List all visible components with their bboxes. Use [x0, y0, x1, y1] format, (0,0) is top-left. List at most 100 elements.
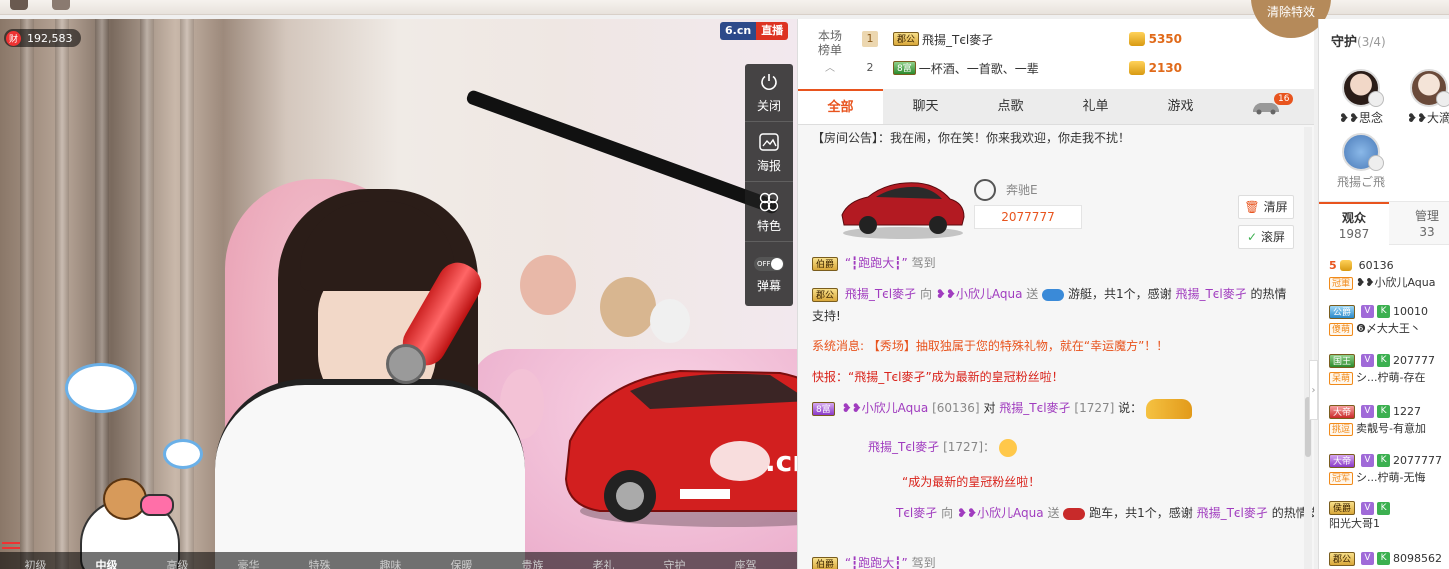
system-text[interactable]: 【秀场】抽取独属于您的特殊礼物，就在“幸运魔方”！！ [868, 339, 1168, 353]
rank-row[interactable]: 2 8富 一杯酒、一首歌、一辈 2130 [862, 56, 1302, 80]
news-message: 快报：“飛揚_Tєl麥孑”成为最新的皇冠粉丝啦！ [812, 370, 1064, 384]
chat-username[interactable]: ❥❥小欣儿Aqua [936, 287, 1023, 301]
gift-category-8[interactable]: 老礼 [568, 552, 639, 569]
guard-member[interactable]: ❥❥思念 [1331, 69, 1391, 126]
user-name[interactable]: ❥❥小欣儿Aqua [1356, 276, 1435, 289]
rank-number: 2 [866, 61, 874, 74]
rank-row[interactable]: 1 郡公 飛揚_Tєl麥孑 5350 [862, 27, 1302, 51]
gift-category-0[interactable]: 初级 [0, 552, 71, 569]
user-tag: 傻萌 [1329, 323, 1354, 336]
user-name[interactable]: シ...柠萌-存在 [1356, 371, 1425, 384]
gift-category-1[interactable]: 中级 [71, 552, 142, 569]
top-strip [0, 0, 1449, 15]
audience-user[interactable]: 侯爵 V K 阳光大哥1 [1329, 501, 1449, 532]
user-tag: 呆萌 [1329, 372, 1354, 385]
audience-user[interactable]: 5 60136 冠軍 ❥❥小欣儿Aqua [1329, 257, 1449, 291]
live-label: 直播 [756, 22, 789, 40]
gift-category-7[interactable]: 贵族 [497, 552, 568, 569]
user-row-top: 大帝 V K 1227 [1329, 403, 1449, 420]
guard-member[interactable]: 飛揚ご飛 [1331, 133, 1391, 190]
user-name[interactable]: 阳光大哥1 [1329, 517, 1380, 530]
user-row-top: 5 60136 [1329, 257, 1449, 274]
chat-username[interactable]: “┇跑跑大┇” [845, 556, 908, 569]
audience-user[interactable]: 大帝 V K 2077777 冠军 シ...柠萌-无悔 [1329, 452, 1449, 486]
rank-number: 1 [862, 31, 878, 47]
chat-message: Tєl麥孑 向 ❥❥小欣儿Aqua 送 跑车，共1个，感谢 飛揚_Tєl麥孑 的… [896, 502, 1314, 524]
gift-category-9[interactable]: 守护 [639, 552, 710, 569]
gift-category-2[interactable]: 高级 [142, 552, 213, 569]
audience-user[interactable]: 国王 V K 207777 呆萌 シ...柠萌-存在 [1329, 352, 1449, 386]
vip-icon: V [1361, 454, 1375, 467]
chat-scrollbar[interactable] [1304, 127, 1312, 569]
chat-username[interactable]: 飛揚_Tєl麥孑 [1197, 506, 1268, 520]
user-id: 2077777 [1393, 454, 1443, 467]
chat-text: 对 [983, 401, 996, 415]
audience-user[interactable]: 大帝 V K 1227 挑逗 卖靓号-有意加 [1329, 403, 1449, 437]
rank-list: 本场 榜单 ︿ 1 郡公 飛揚_Tєl麥孑 5350 2 8富 一杯酒、一首歌、… [798, 19, 1314, 89]
chat-username[interactable]: Tєl麥孑 [896, 506, 937, 520]
audience-user[interactable]: 郡公 V K 8098562 [1329, 550, 1449, 567]
gift-category-6[interactable]: 保暖 [426, 552, 497, 569]
audience-user[interactable]: 公爵 V K 10010 傻萌 ❻〆大大王丶 [1329, 303, 1449, 337]
menu-icon[interactable] [2, 541, 20, 551]
chat-username[interactable]: 飛揚_Tєl麥孑 [1175, 287, 1246, 301]
user-name[interactable]: シ...柠萌-无悔 [1356, 471, 1425, 484]
chat-username[interactable]: ❥❥小欣儿Aqua [842, 401, 929, 415]
user-badge: 郡公 [1329, 551, 1356, 566]
audience-tabs: 观众 1987 管理 33 [1319, 201, 1449, 246]
tab-admin-count: 33 [1419, 225, 1435, 239]
gift-category-3[interactable]: 豪华 [213, 552, 284, 569]
tab-audience[interactable]: 观众 1987 [1319, 202, 1389, 246]
cloud-sticker [163, 439, 203, 469]
tab-4[interactable]: 游戏 [1138, 89, 1223, 124]
chat-username[interactable]: 飛揚_Tєl麥孑 [999, 401, 1070, 415]
chat-username[interactable]: ❥❥小欣儿Aqua [957, 506, 1044, 520]
user-badge: 国王 [1329, 353, 1356, 368]
tab-3[interactable]: 礼单 [1053, 89, 1138, 124]
avatar[interactable] [52, 0, 70, 10]
tab-2[interactable]: 点歌 [968, 89, 1053, 124]
avatar[interactable] [10, 0, 28, 10]
gift-category-5[interactable]: 趣味 [355, 552, 426, 569]
auto-scroll-button[interactable]: ✓ 滚屏 [1238, 225, 1294, 249]
rank-score: 5350 [1128, 32, 1182, 46]
poster-button[interactable]: 海报 [745, 124, 793, 182]
feature-label: 特色 [756, 219, 781, 233]
user-name[interactable]: ❻〆大大王丶 [1356, 322, 1421, 335]
mercedes-logo-icon [974, 179, 996, 201]
user-badge: 伯爵 [812, 257, 839, 271]
feature-button[interactable]: 特色 [745, 184, 793, 242]
user-name[interactable]: 卖靓号-有意加 [1356, 422, 1426, 435]
chat-username[interactable]: 飛揚_Tєl麥孑 [868, 440, 939, 454]
clear-screen-button[interactable]: 🗑 清屏 [1238, 195, 1294, 219]
toggle-icon: OFF [754, 256, 784, 271]
vip-icon: V [1361, 501, 1375, 515]
danmaku-toggle[interactable]: OFF 弹幕 [745, 246, 793, 304]
rank-title[interactable]: 本场 榜单 [810, 29, 850, 57]
chevron-down-icon[interactable]: ︿ [825, 59, 835, 74]
close-button[interactable]: 关闭 [745, 64, 793, 122]
shield-icon [1436, 91, 1449, 107]
avatar [1342, 69, 1384, 107]
chat-username[interactable]: “┇跑跑大┇” [845, 256, 908, 270]
avatar [1410, 69, 1449, 107]
guard-member[interactable]: ❥❥大滴 [1399, 69, 1449, 126]
site-logo[interactable]: 6.cn 直播 [720, 22, 789, 40]
chat-user-id: [60136] [932, 401, 980, 415]
guard-name: ❥❥大滴 [1406, 111, 1449, 125]
bunny-toy [650, 299, 690, 343]
tab-0[interactable]: 全部 [798, 89, 883, 124]
tab-admin[interactable]: 管理 33 [1397, 202, 1449, 246]
chevron-right-icon[interactable]: › [1309, 360, 1318, 420]
user-row-bottom: 呆萌 シ...柠萌-存在 [1329, 369, 1449, 386]
user-tag: 挑逗 [1329, 423, 1354, 436]
gift-category-4[interactable]: 特殊 [284, 552, 355, 569]
guard-title-text: 守护 [1331, 35, 1358, 50]
tab-1[interactable]: 聊天 [883, 89, 968, 124]
chat-username[interactable]: 飛揚_Tєl麥孑 [845, 287, 916, 301]
rank-username[interactable]: 一杯酒、一首歌、一辈 [919, 60, 1039, 77]
rank-username[interactable]: 飛揚_Tєl麥孑 [922, 31, 993, 48]
gift-category-10[interactable]: 座驾 [710, 552, 781, 569]
user-row-bottom: 挑逗 卖靓号-有意加 [1329, 420, 1449, 437]
danmaku-label: 弹幕 [756, 278, 781, 293]
